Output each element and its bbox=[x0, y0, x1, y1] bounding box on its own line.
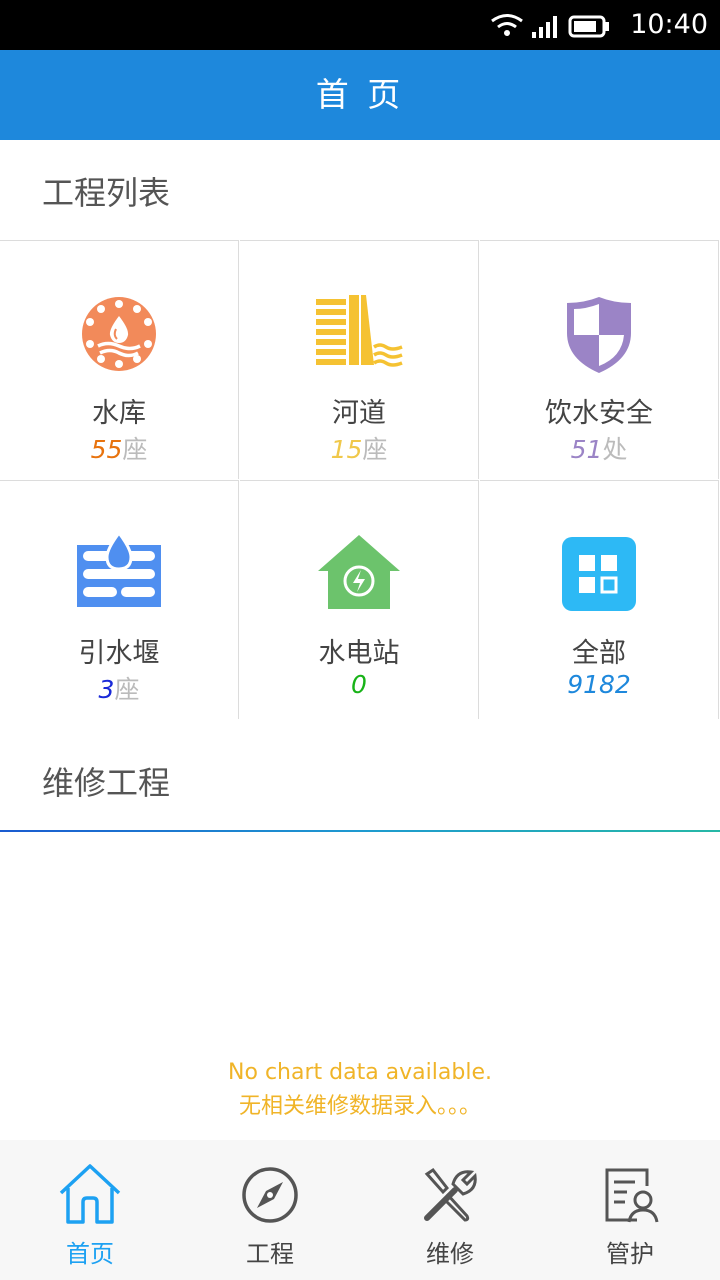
project-grid: 水库 55座 河道 15座 饮水安全 51处 引水堰 3座 水电站 0 全部 9… bbox=[0, 240, 720, 720]
project-name: 水库 bbox=[92, 398, 146, 429]
compass-icon bbox=[242, 1167, 298, 1223]
project-card-weir[interactable]: 引水堰 3座 bbox=[0, 480, 239, 719]
weir-icon bbox=[77, 530, 161, 607]
tab-maintenance[interactable]: 维修 bbox=[360, 1140, 540, 1280]
bottom-tab-bar: 首页 工程 维修 管护 bbox=[0, 1140, 720, 1280]
home-icon bbox=[59, 1164, 121, 1224]
tab-label: 管护 bbox=[606, 1240, 654, 1268]
project-card-reservoir[interactable]: 水库 55座 bbox=[0, 240, 239, 479]
battery-icon bbox=[568, 15, 609, 38]
app-header: 首 页 bbox=[0, 50, 720, 140]
grid-icon bbox=[562, 537, 636, 611]
project-count: 3 bbox=[98, 675, 115, 704]
page-title: 首 页 bbox=[315, 75, 405, 114]
signal-icon bbox=[532, 16, 557, 38]
project-list-title: 工程列表 bbox=[42, 174, 171, 212]
project-count-row: 15座 bbox=[240, 430, 478, 466]
tab-management[interactable]: 管护 bbox=[540, 1140, 720, 1280]
clock: 10:40 bbox=[630, 9, 708, 40]
project-count: 0 bbox=[351, 670, 367, 699]
project-count: 55 bbox=[90, 435, 123, 464]
project-count: 51 bbox=[570, 435, 603, 464]
project-count: 15 bbox=[330, 435, 363, 464]
project-card-hydropower[interactable]: 水电站 0 bbox=[240, 480, 479, 719]
project-count: 9182 bbox=[567, 670, 631, 699]
tab-projects[interactable]: 工程 bbox=[180, 1140, 360, 1280]
no-data-message: No chart data available. bbox=[228, 1060, 492, 1085]
no-data-message-cn: 无相关维修数据录入。。。 bbox=[238, 1094, 481, 1119]
shield-icon bbox=[567, 297, 631, 373]
profile-doc-icon bbox=[605, 1168, 659, 1223]
tab-label: 维修 bbox=[426, 1240, 474, 1268]
river-icon bbox=[316, 295, 403, 367]
status-icons bbox=[491, 14, 609, 38]
status-bar: 10:40 bbox=[0, 0, 720, 50]
project-count-row: 9182 bbox=[480, 670, 718, 699]
project-name: 饮水安全 bbox=[545, 398, 653, 429]
project-card-drinking-water[interactable]: 饮水安全 51处 bbox=[480, 240, 719, 479]
section-divider bbox=[0, 830, 720, 832]
project-count-row: 55座 bbox=[0, 430, 238, 466]
tools-icon bbox=[424, 1167, 477, 1222]
project-unit: 处 bbox=[602, 435, 628, 464]
project-name: 水电站 bbox=[318, 638, 400, 669]
tab-home[interactable]: 首页 bbox=[0, 1140, 180, 1280]
project-name: 引水堰 bbox=[78, 638, 160, 669]
project-unit: 座 bbox=[122, 435, 148, 464]
project-name: 河道 bbox=[332, 398, 386, 429]
project-name: 全部 bbox=[572, 638, 626, 669]
wifi-icon bbox=[491, 14, 523, 36]
project-count-row: 3座 bbox=[0, 670, 238, 706]
reservoir-icon bbox=[82, 297, 156, 371]
maintenance-title: 维修工程 bbox=[42, 764, 171, 802]
tab-label: 工程 bbox=[246, 1240, 294, 1268]
project-count-row: 51处 bbox=[480, 430, 718, 466]
project-unit: 座 bbox=[362, 435, 388, 464]
project-count-row: 0 bbox=[240, 670, 478, 699]
project-card-all[interactable]: 全部 9182 bbox=[480, 480, 719, 719]
project-unit: 座 bbox=[114, 675, 140, 704]
project-card-river[interactable]: 河道 15座 bbox=[240, 240, 479, 479]
hydropower-icon bbox=[318, 535, 400, 609]
tab-label: 首页 bbox=[66, 1240, 114, 1268]
